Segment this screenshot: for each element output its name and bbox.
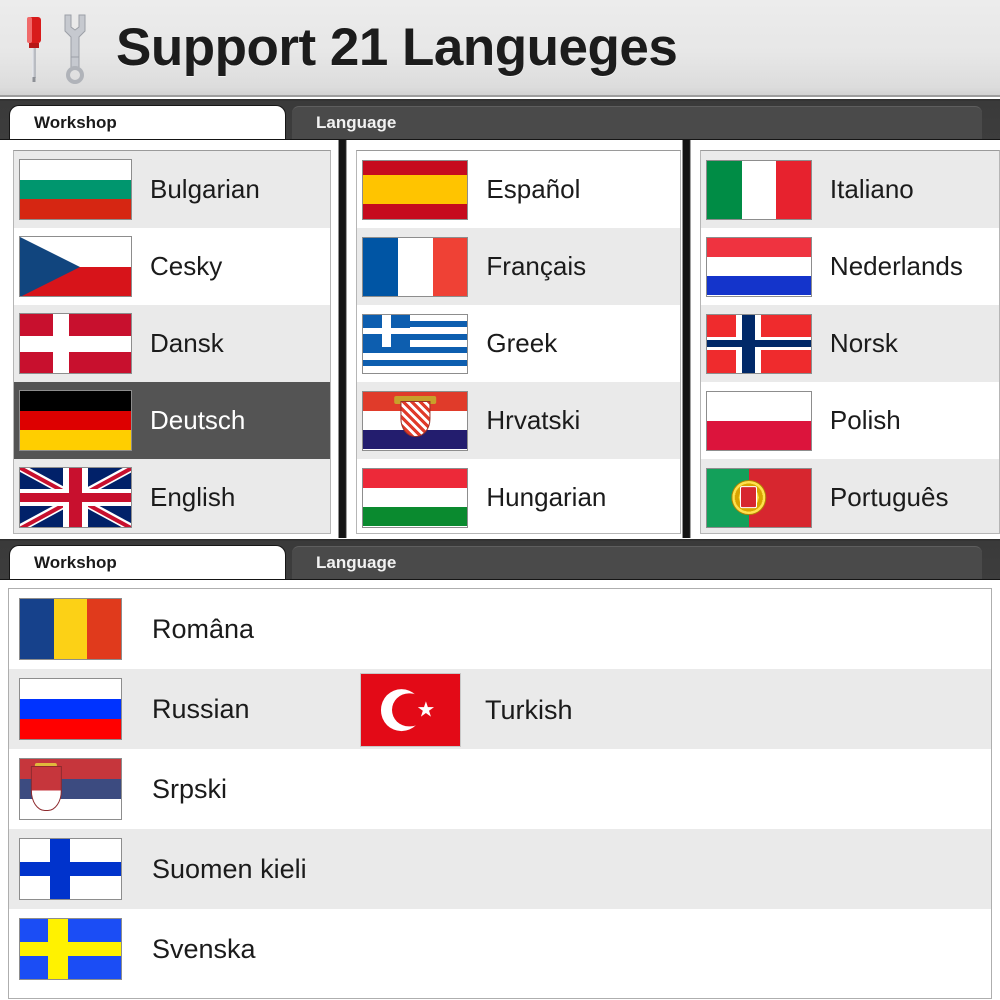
list-item-label: Português [829, 482, 949, 512]
portugal-flag [705, 467, 812, 528]
list-item[interactable]: Français [357, 228, 680, 305]
app-screen: Support 21 Langueges Workshop Language B… [0, 0, 1000, 1000]
language-list-panel-top: Bulgarian Cesky Dansk Deutsch English Es… [0, 139, 1000, 538]
list-item-label: Srpski [152, 773, 228, 804]
serbia-flag [19, 758, 122, 820]
denmark-flag [19, 313, 132, 374]
list-item-turkish[interactable]: ★ Turkish [360, 673, 573, 747]
list-item-label: Svenska [152, 933, 256, 964]
romania-flag [19, 598, 122, 660]
top-tabstrip: Workshop Language [0, 99, 1000, 139]
list-item[interactable]: Suomen kieli [9, 829, 991, 909]
wrench-icon [64, 14, 86, 84]
list-item-label: Italiano [829, 174, 914, 204]
hungary-flag [362, 467, 469, 528]
list-item-label: Français [486, 251, 587, 281]
list-item-label: Cesky [150, 251, 223, 281]
list-item-label: Hungarian [486, 482, 607, 512]
tab-workshop-top[interactable]: Workshop [10, 106, 285, 139]
language-column-1: Bulgarian Cesky Dansk Deutsch English [0, 140, 338, 538]
germany-flag [19, 390, 132, 451]
list-item-label: English [150, 482, 236, 512]
page-title: Support 21 Langueges [116, 18, 678, 77]
list-item[interactable]: Nederlands [700, 228, 999, 305]
column-separator-1 [337, 140, 349, 538]
spain-flag [362, 159, 469, 220]
poland-flag [705, 390, 812, 451]
list-item-label: Polish [829, 405, 901, 435]
list-item-label: Româna [152, 613, 255, 644]
list-item-label: Dansk [150, 328, 224, 358]
list-item[interactable]: Español [357, 151, 680, 228]
list-item-label: Turkish [485, 694, 573, 725]
list-item[interactable]: Português [700, 459, 999, 533]
list-item-label: Español [486, 174, 581, 204]
croatia-flag [362, 390, 469, 451]
tab-label: Workshop [34, 552, 117, 572]
list-item-label: Greek [486, 328, 558, 358]
bulgaria-flag [19, 159, 132, 220]
list-item[interactable]: Bulgarian [14, 151, 331, 228]
list-item[interactable]: Româna [9, 589, 991, 669]
column-separator-2 [680, 140, 692, 538]
tab-language-bottom[interactable]: Language [292, 546, 982, 579]
list-item[interactable]: English [14, 459, 331, 533]
page-header: Support 21 Langueges [0, 0, 1000, 97]
france-flag [362, 236, 469, 297]
sweden-flag [19, 918, 122, 980]
list-item-selected[interactable]: Deutsch [14, 382, 331, 459]
turkey-flag: ★ [360, 673, 461, 747]
list-item[interactable]: Hrvatski [357, 382, 680, 459]
language-list-panel-bottom: Româna Russian Srpski Suomen kieli Svens… [0, 579, 1000, 1000]
bottom-tabstrip: Workshop Language [0, 539, 1000, 579]
tab-label: Workshop [34, 112, 117, 132]
tab-label: Language [316, 113, 397, 132]
screwdriver-icon [27, 16, 41, 82]
list-item[interactable]: Polish [700, 382, 999, 459]
finland-flag [19, 838, 122, 900]
list-item-label: Nederlands [829, 251, 963, 281]
netherlands-flag [705, 236, 812, 297]
list-item[interactable]: Svenska [9, 909, 991, 989]
list-item-label: Bulgarian [150, 174, 260, 204]
list-item-label: Norsk [829, 328, 898, 358]
uk-flag [19, 467, 132, 528]
list-item-label: Suomen kieli [152, 853, 307, 884]
russia-flag [19, 678, 122, 740]
list-item-label: Deutsch [150, 405, 246, 435]
list-item[interactable]: Dansk [14, 305, 331, 382]
language-column-3: Italiano Nederlands Norsk Polish Portugu… [691, 140, 1000, 538]
list-item[interactable]: Hungarian [357, 459, 680, 533]
tools-icon-group [14, 7, 110, 89]
norway-flag [705, 313, 812, 374]
list-item[interactable]: Norsk [700, 305, 999, 382]
list-item[interactable]: Greek [357, 305, 680, 382]
list-item-label: Russian [152, 693, 250, 724]
tab-language-top[interactable]: Language [292, 106, 982, 139]
czech-flag [19, 236, 132, 297]
greece-flag [362, 313, 469, 374]
tab-label: Language [316, 553, 397, 572]
list-item[interactable]: Cesky [14, 228, 331, 305]
tab-workshop-bottom[interactable]: Workshop [10, 546, 285, 579]
list-item-label: Hrvatski [486, 405, 581, 435]
list-item[interactable]: Srpski [9, 749, 991, 829]
list-item[interactable]: Italiano [700, 151, 999, 228]
language-column-2: Español Français Greek Hrvatski Hungaria… [348, 140, 681, 538]
italy-flag [705, 159, 812, 220]
